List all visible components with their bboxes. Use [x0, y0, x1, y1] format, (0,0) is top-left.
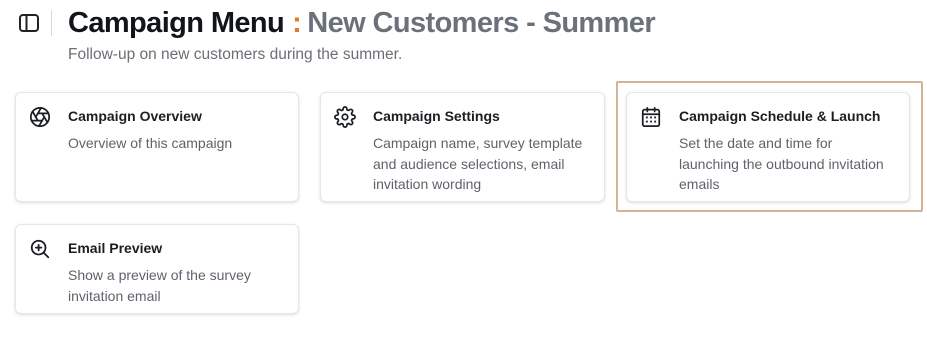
- page-title-main: Campaign Menu: [68, 7, 285, 39]
- card-title: Email Preview: [68, 240, 163, 256]
- email-preview-card[interactable]: Email Preview Show a preview of the surv…: [15, 224, 299, 314]
- card-title: Campaign Overview: [68, 108, 202, 124]
- sidebar-toggle-icon[interactable]: [17, 11, 41, 35]
- page-title-separator: :: [292, 7, 302, 39]
- campaign-overview-card[interactable]: Campaign Overview Overview of this campa…: [15, 92, 299, 202]
- zoom-in-icon: [29, 238, 51, 260]
- card-description: Overview of this campaign: [68, 135, 233, 151]
- header-divider: [51, 10, 52, 36]
- campaign-schedule-launch-card[interactable]: Campaign Schedule & Launch Set the date …: [626, 92, 910, 202]
- aperture-icon: [29, 106, 51, 128]
- page-title-campaign-name: New Customers - Summer: [307, 7, 656, 39]
- card-description: Campaign name, survey template and audie…: [373, 135, 583, 192]
- card-title: Campaign Schedule & Launch: [679, 108, 881, 124]
- calendar-icon: [640, 106, 662, 128]
- campaign-settings-card[interactable]: Campaign Settings Campaign name, survey …: [320, 92, 605, 202]
- gear-icon: [334, 106, 356, 128]
- card-description: Set the date and time for launching the …: [679, 135, 884, 192]
- card-title: Campaign Settings: [373, 108, 500, 124]
- page-header: Campaign Menu: New Customers - Summer Fol…: [0, 0, 927, 70]
- page-subtitle: Follow-up on new customers during the su…: [68, 46, 403, 63]
- card-description: Show a preview of the survey invitation …: [68, 267, 251, 304]
- page-title: Campaign Menu: New Customers - Summer: [68, 4, 656, 42]
